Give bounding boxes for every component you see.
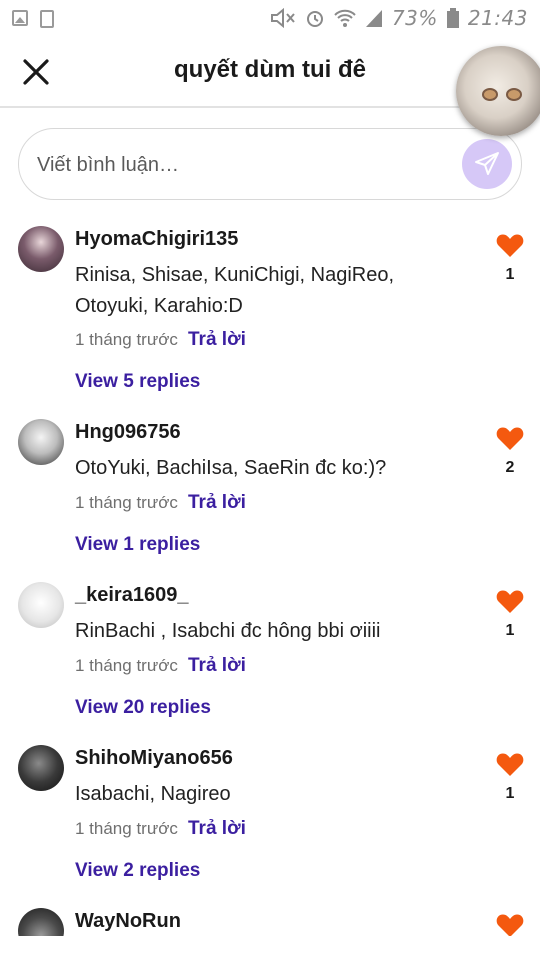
comment-timestamp: 1 tháng trước [75, 819, 178, 838]
comment-text: RinBachi , Isabchi đc hông bbi ơiiii [75, 620, 381, 642]
mute-icon [270, 8, 295, 28]
user-avatar[interactable] [18, 419, 64, 465]
comment-input-container [18, 128, 522, 200]
comment-username[interactable]: _keira1609_ [75, 584, 188, 607]
comment-text: OtoYuki, BachiIsa, SaeRin đc ko:)? [75, 457, 387, 479]
comment-input[interactable] [35, 149, 439, 181]
signal-icon [365, 10, 382, 27]
gallery-notification-icon [12, 10, 28, 26]
reply-button[interactable]: Trả lời [188, 655, 246, 677]
alarm-icon [306, 11, 323, 27]
clock: 21:43 [467, 6, 528, 30]
reply-button[interactable]: Trả lời [188, 818, 246, 840]
user-avatar[interactable] [18, 908, 64, 936]
comment-username[interactable]: Hng096756 [75, 421, 181, 444]
comment-timestamp: 1 tháng trước [75, 493, 178, 512]
like-heart-icon[interactable] [496, 232, 524, 258]
comment-username[interactable]: HyomaChigiri135 [75, 228, 238, 251]
wifi-icon [334, 9, 356, 27]
user-avatar[interactable] [18, 226, 64, 272]
status-bar: 73% 21:43 [0, 0, 540, 36]
send-button[interactable] [462, 139, 512, 189]
user-avatar[interactable] [18, 582, 64, 628]
like-count: 2 [505, 459, 515, 476]
battery-icon [446, 8, 459, 28]
reply-button[interactable]: Trả lời [188, 492, 246, 514]
recycle-notification-icon [40, 10, 54, 28]
comment-text: Rinisa, Shisae, KuniChigi, NagiReo, Otoy… [75, 264, 395, 317]
comment-text: Isabachi, Nagireo [75, 783, 231, 805]
comment-username[interactable]: ShihoMiyano656 [75, 747, 233, 770]
send-icon [475, 152, 499, 175]
comment-timestamp: 1 tháng trước [75, 656, 178, 675]
floating-avatar-bubble[interactable] [456, 46, 540, 136]
like-count: 1 [505, 266, 515, 283]
like-heart-icon[interactable] [496, 588, 524, 614]
like-heart-icon[interactable] [496, 751, 524, 777]
reply-button[interactable]: Trả lời [188, 329, 246, 351]
comment-timestamp: 1 tháng trước [75, 330, 178, 349]
avatar-eye-left [482, 88, 498, 101]
view-replies-link[interactable]: View 20 replies [75, 697, 211, 719]
like-count: 1 [505, 785, 515, 802]
view-replies-link[interactable]: View 5 replies [75, 371, 200, 393]
battery-percentage: 73% [391, 6, 438, 30]
comment-item: WayNoRun [0, 908, 540, 936]
user-avatar[interactable] [18, 745, 64, 791]
view-replies-link[interactable]: View 1 replies [75, 534, 200, 556]
view-replies-link[interactable]: View 2 replies [75, 860, 200, 882]
avatar-eye-right [506, 88, 522, 101]
like-heart-icon[interactable] [496, 912, 524, 936]
like-heart-icon[interactable] [496, 425, 524, 451]
like-count: 1 [505, 622, 515, 639]
comment-username[interactable]: WayNoRun [75, 910, 181, 933]
